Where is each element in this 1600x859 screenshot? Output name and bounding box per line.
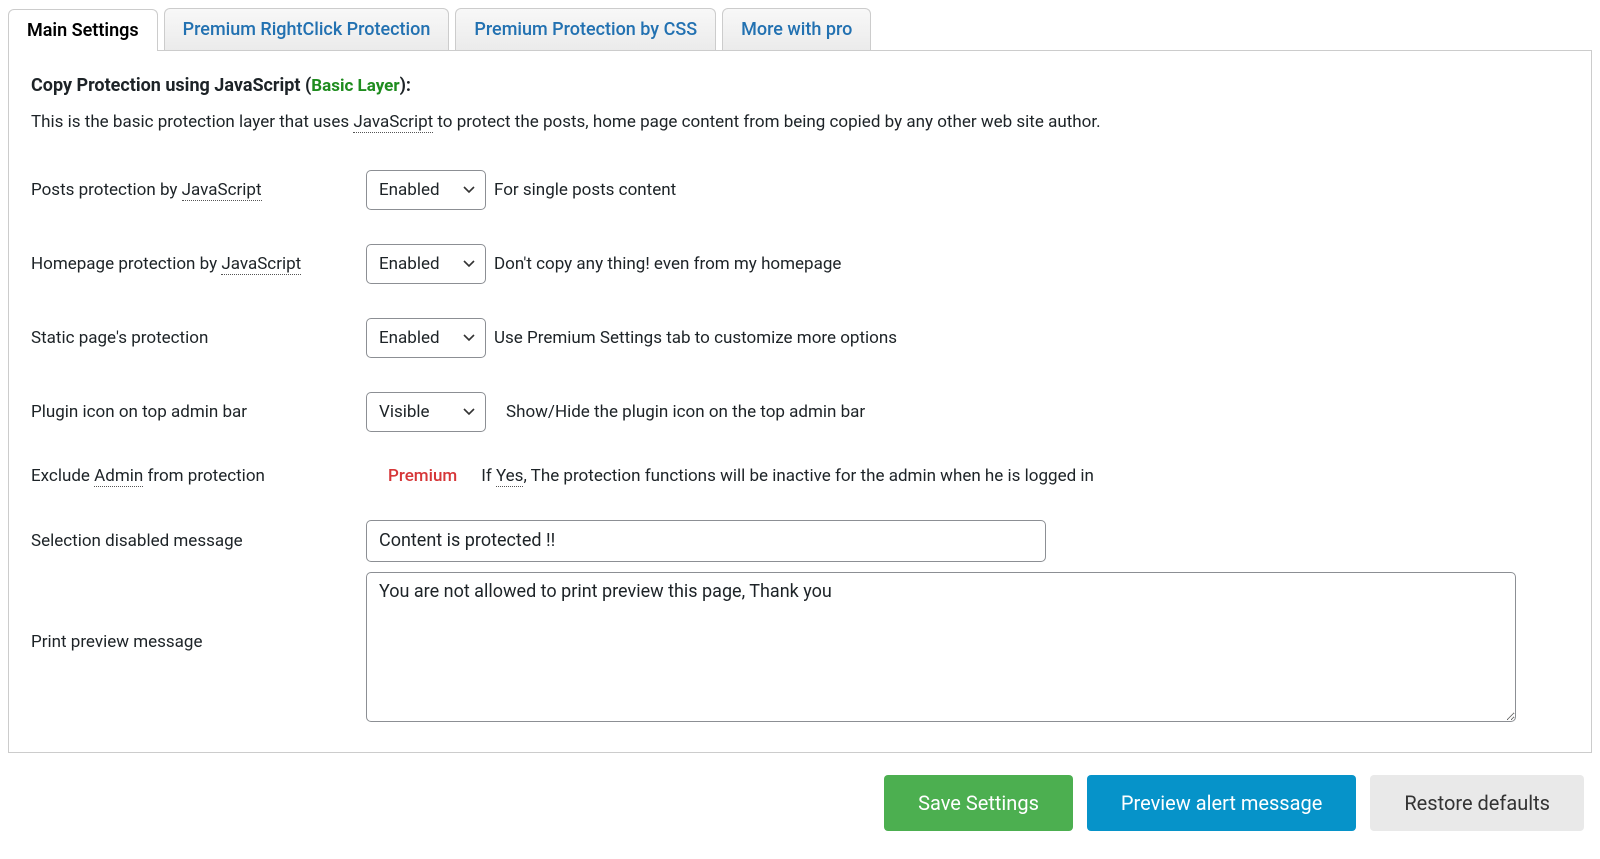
tab-content: Copy Protection using JavaScript (Basic … [8,51,1592,753]
section-heading: Copy Protection using JavaScript (Basic … [31,75,1569,96]
desc-js: JavaScript [353,112,433,133]
select-posts-value: Enabled [379,180,440,200]
tab-more-pro[interactable]: More with pro [722,8,871,50]
action-buttons: Save Settings Preview alert message Rest… [8,775,1592,831]
row-plugin-icon: Plugin icon on top admin bar Visible Sho… [31,392,1569,432]
select-static-protection[interactable]: Enabled [366,318,486,358]
tab-main-settings[interactable]: Main Settings [8,9,158,51]
restore-button[interactable]: Restore defaults [1370,775,1584,831]
desc-part1: This is the basic protection layer that … [31,112,353,132]
chevron-down-icon [463,184,475,196]
heading-suffix: ): [400,75,411,96]
desc-exclude-admin: If Yes, The protection functions will be… [481,466,1094,486]
tabs-nav: Main Settings Premium RightClick Protect… [8,8,1592,51]
row-homepage-protection: Homepage protection by JavaScript Enable… [31,244,1569,284]
tab-premium-rightclick[interactable]: Premium RightClick Protection [164,8,450,50]
chevron-down-icon [463,258,475,270]
desc-homepage-protection: Don't copy any thing! even from my homep… [494,254,841,274]
label-print-message: Print preview message [31,572,366,652]
label-static-protection: Static page's protection [31,328,366,348]
desc-posts-protection: For single posts content [494,180,676,200]
desc-static-protection: Use Premium Settings tab to customize mo… [494,328,897,348]
tab-premium-css[interactable]: Premium Protection by CSS [455,8,716,50]
label-selection-message: Selection disabled message [31,531,366,551]
input-selection-message[interactable] [366,520,1046,562]
desc-plugin-icon: Show/Hide the plugin icon on the top adm… [506,402,865,422]
section-description: This is the basic protection layer that … [31,110,1569,136]
textarea-print-message[interactable] [366,572,1516,722]
select-homepage-protection[interactable]: Enabled [366,244,486,284]
label-plugin-icon: Plugin icon on top admin bar [31,402,366,422]
label-posts-protection: Posts protection by JavaScript [31,180,366,200]
desc-part2: to protect the posts, home page content … [433,112,1100,132]
row-exclude-admin: Exclude Admin from protection Premium If… [31,466,1569,486]
label-homepage-protection: Homepage protection by JavaScript [31,254,366,274]
select-plugin-icon[interactable]: Visible [366,392,486,432]
label-exclude-admin: Exclude Admin from protection [31,466,366,486]
select-static-value: Enabled [379,328,440,348]
heading-layer: Basic Layer [311,76,399,96]
row-static-protection: Static page's protection Enabled Use Pre… [31,318,1569,358]
chevron-down-icon [463,406,475,418]
row-print-message: Print preview message [31,572,1569,722]
select-homepage-value: Enabled [379,254,440,274]
heading-prefix: Copy Protection using JavaScript ( [31,75,311,96]
row-selection-message: Selection disabled message [31,520,1569,562]
select-icon-value: Visible [379,402,430,422]
premium-tag: Premium [388,466,457,486]
row-posts-protection: Posts protection by JavaScript Enabled F… [31,170,1569,210]
preview-button[interactable]: Preview alert message [1087,775,1356,831]
save-button[interactable]: Save Settings [884,775,1073,831]
select-posts-protection[interactable]: Enabled [366,170,486,210]
chevron-down-icon [463,332,475,344]
